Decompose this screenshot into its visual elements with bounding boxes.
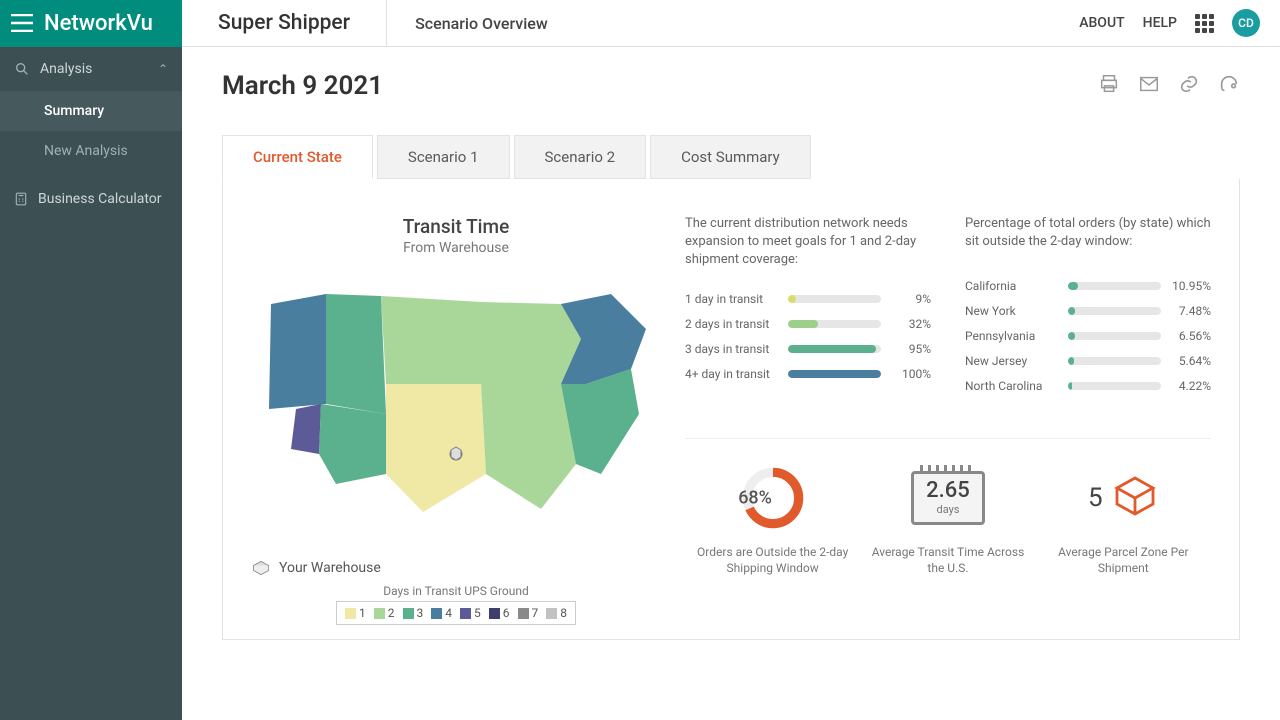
state-label: North Carolina	[965, 379, 1060, 393]
transit-label: 1 day in transit	[685, 292, 780, 306]
package-icon	[1111, 472, 1159, 524]
email-icon[interactable]	[1138, 73, 1160, 99]
link-icon[interactable]	[1178, 73, 1200, 99]
avg-transit-value: 2.65	[926, 478, 970, 503]
transit-bar	[788, 320, 881, 328]
state-bar	[1068, 282, 1161, 290]
transit-value: 9%	[889, 292, 931, 306]
state-bar	[1068, 357, 1161, 365]
sidebar-item-business-calculator[interactable]: Business Calculator	[0, 177, 182, 221]
transit-row: 1 day in transit 9%	[685, 292, 931, 306]
legend: 12345678	[336, 601, 576, 625]
state-bar	[1068, 382, 1161, 390]
tab-current-state[interactable]: Current State	[222, 135, 373, 179]
state-label: Pennsylvania	[965, 329, 1060, 343]
transit-value: 95%	[889, 342, 931, 356]
legend-item: 6	[489, 606, 510, 620]
legend-title: Days in Transit UPS Ground	[251, 584, 661, 598]
chevron-up-icon: ⌃	[158, 62, 168, 76]
sidebar-section-analysis[interactable]: Analysis ⌃	[0, 47, 182, 91]
state-label: California	[965, 279, 1060, 293]
transit-blurb: The current distribution network needs e…	[685, 215, 931, 270]
zone-value: 5	[1088, 483, 1103, 513]
state-value: 6.56%	[1169, 329, 1211, 343]
state-row: California 10.95%	[965, 279, 1211, 293]
state-row: New York 7.48%	[965, 304, 1211, 318]
us-map	[251, 274, 661, 538]
transit-bar	[788, 295, 881, 303]
warehouse-icon	[251, 558, 271, 578]
print-icon[interactable]	[1098, 73, 1120, 99]
state-value: 5.64%	[1169, 354, 1211, 368]
legend-item: 4	[431, 606, 452, 620]
state-value: 4.22%	[1169, 379, 1211, 393]
legend-item: 2	[374, 606, 395, 620]
transit-bar	[788, 345, 881, 353]
transit-label: 4+ day in transit	[685, 367, 780, 381]
magnify-icon	[14, 61, 30, 77]
legend-item: 5	[460, 606, 481, 620]
legend-item: 7	[518, 606, 539, 620]
legend-item: 3	[403, 606, 424, 620]
brand-name: NetworkVu	[44, 11, 153, 36]
map-title: Transit Time	[251, 215, 661, 238]
legend-item: 1	[345, 606, 366, 620]
page-title: Scenario Overview	[387, 14, 576, 33]
states-blurb: Percentage of total orders (by state) wh…	[965, 215, 1211, 257]
state-value: 7.48%	[1169, 304, 1211, 318]
sidebar-item-new-analysis[interactable]: New Analysis	[0, 131, 182, 171]
warehouse-label: Your Warehouse	[279, 560, 381, 576]
tab-scenario-1[interactable]: Scenario 1	[377, 135, 510, 179]
support-icon[interactable]	[1218, 73, 1240, 99]
outside-caption: Orders are Outside the 2-day Shipping Wi…	[693, 545, 853, 576]
help-link[interactable]: HELP	[1143, 15, 1177, 31]
calculator-icon	[14, 191, 28, 207]
sidebar: Analysis ⌃ Summary New Analysis Business…	[0, 47, 182, 720]
zone-caption: Average Parcel Zone Per Shipment	[1043, 545, 1203, 576]
menu-icon[interactable]	[0, 14, 44, 32]
state-label: New York	[965, 304, 1060, 318]
state-bar	[1068, 307, 1161, 315]
state-bar	[1068, 332, 1161, 340]
state-value: 10.95%	[1169, 279, 1211, 293]
transit-value: 100%	[889, 367, 931, 381]
about-link[interactable]: ABOUT	[1079, 15, 1124, 31]
state-label: New Jersey	[965, 354, 1060, 368]
map-subtitle: From Warehouse	[251, 240, 661, 256]
avg-transit-unit: days	[926, 503, 970, 516]
legend-item: 8	[546, 606, 567, 620]
transit-bar	[788, 370, 881, 378]
state-row: Pennsylvania 6.56%	[965, 329, 1211, 343]
transit-row: 3 days in transit 95%	[685, 342, 931, 356]
sidebar-section-label: Analysis	[40, 61, 92, 77]
transit-label: 3 days in transit	[685, 342, 780, 356]
sidebar-calc-label: Business Calculator	[38, 191, 162, 207]
avatar[interactable]: CD	[1232, 9, 1260, 37]
company-name: Super Shipper	[182, 0, 387, 47]
outside-value: 68%	[738, 488, 772, 509]
tab-cost-summary[interactable]: Cost Summary	[650, 135, 811, 179]
date-title: March 9 2021	[222, 71, 383, 101]
avg-transit-caption: Average Transit Time Across the U.S.	[868, 545, 1028, 576]
transit-row: 2 days in transit 32%	[685, 317, 931, 331]
state-row: New Jersey 5.64%	[965, 354, 1211, 368]
sidebar-item-summary[interactable]: Summary	[0, 91, 182, 131]
notepad-icon: 2.65 days	[911, 471, 985, 525]
transit-value: 32%	[889, 317, 931, 331]
transit-row: 4+ day in transit 100%	[685, 367, 931, 381]
apps-icon[interactable]	[1195, 14, 1214, 33]
transit-label: 2 days in transit	[685, 317, 780, 331]
tab-scenario-2[interactable]: Scenario 2	[514, 135, 647, 179]
state-row: North Carolina 4.22%	[965, 379, 1211, 393]
